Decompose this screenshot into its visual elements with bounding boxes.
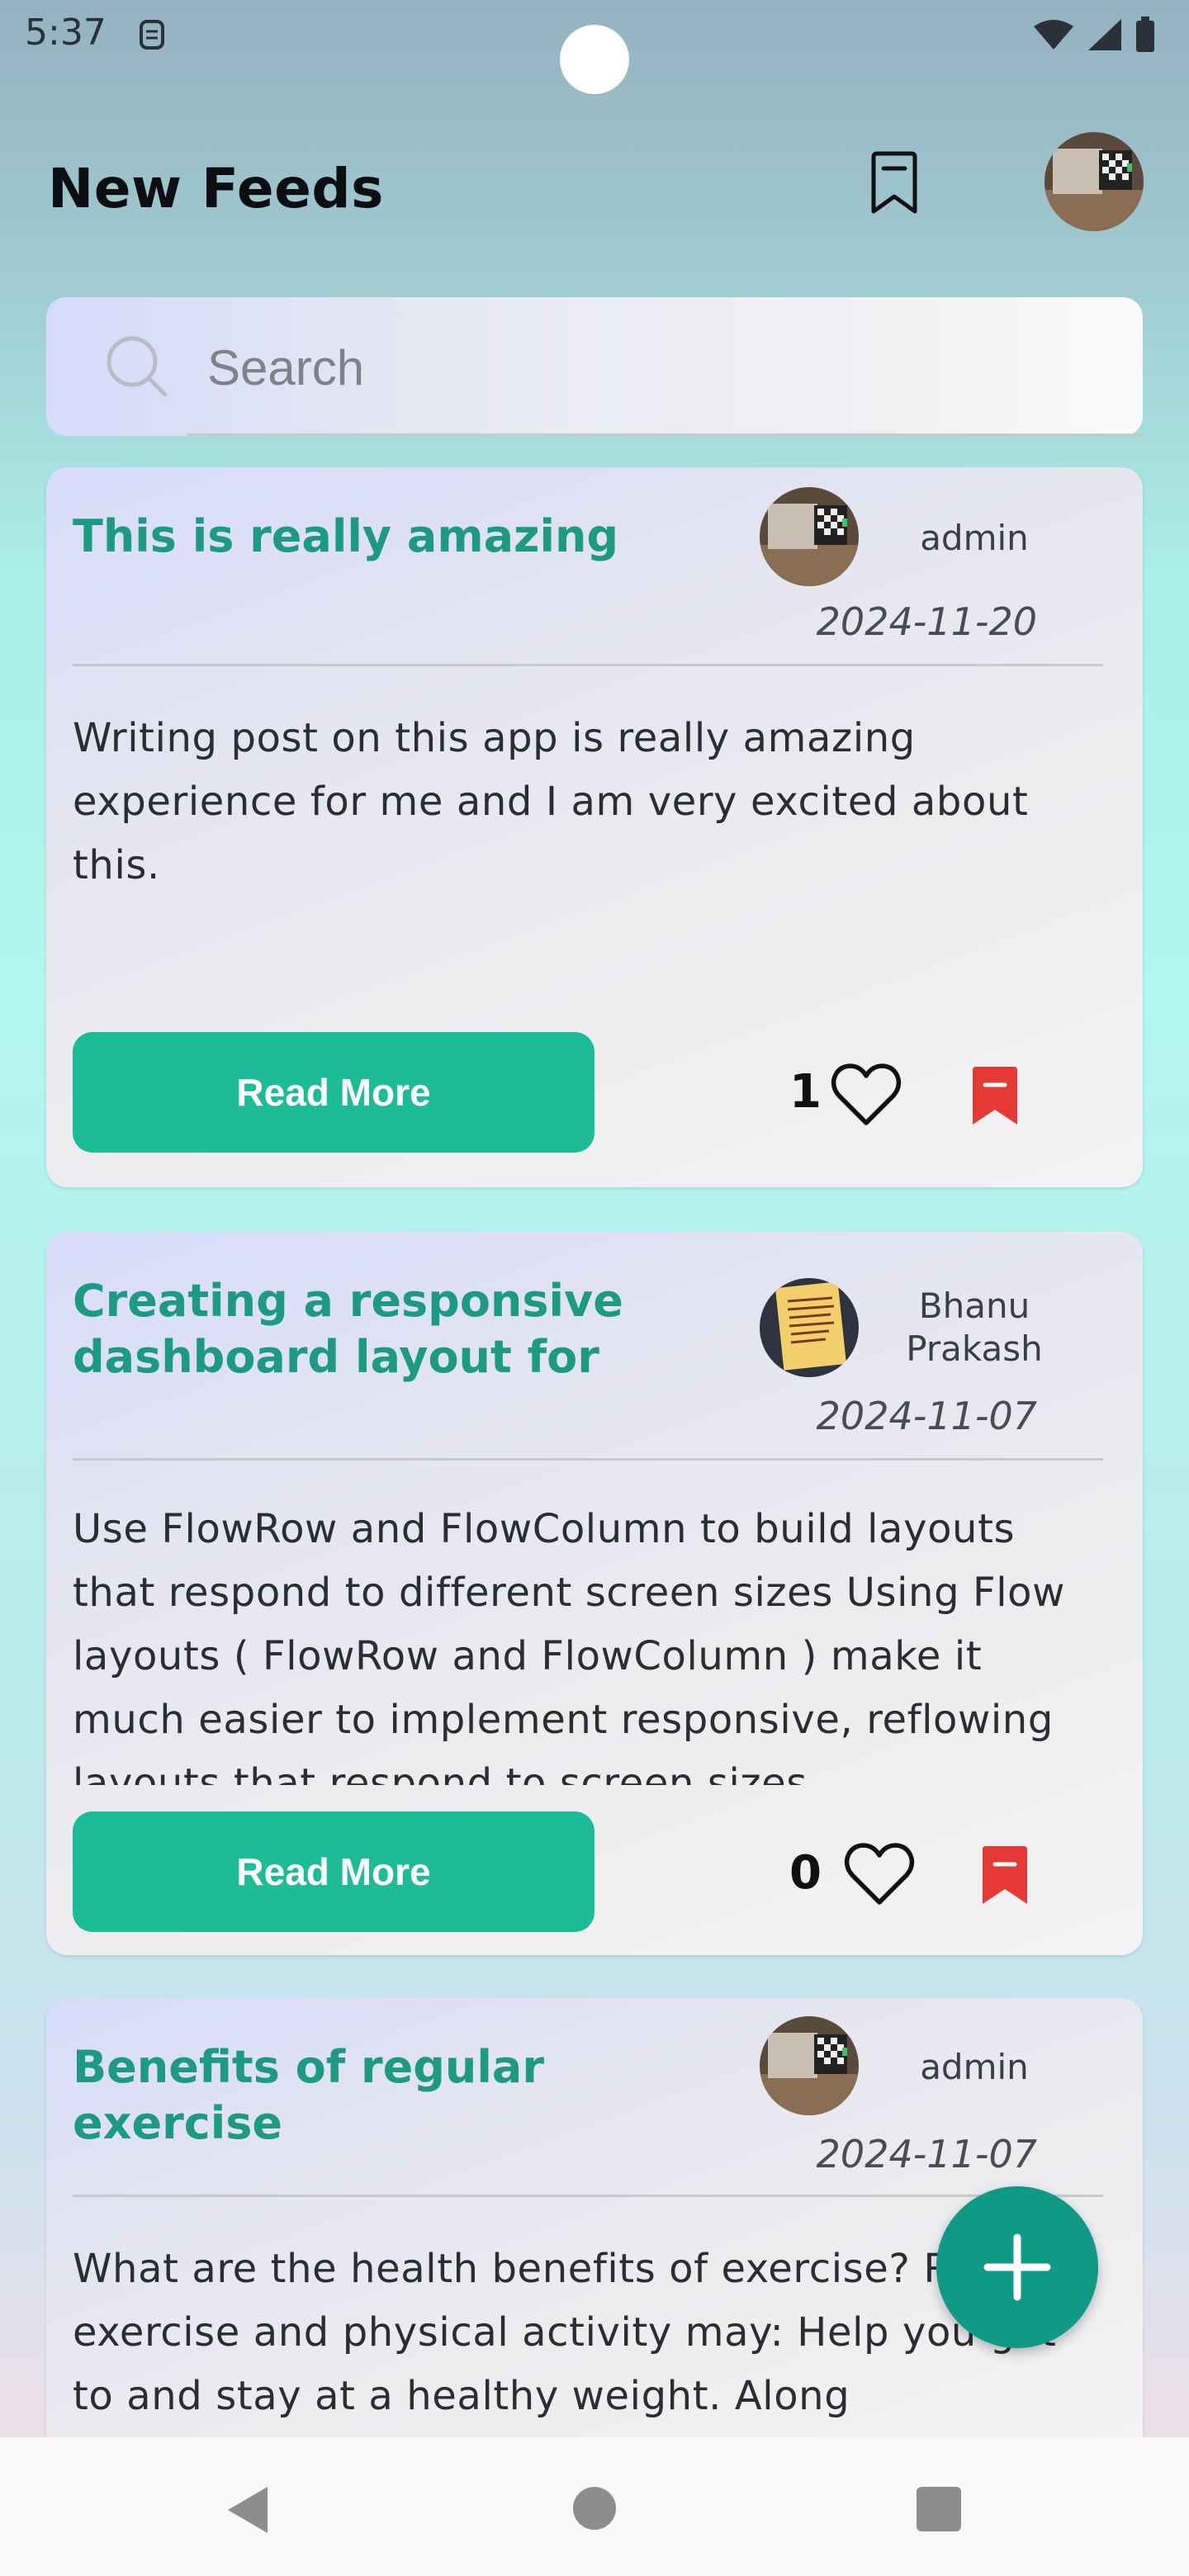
post-author: admin bbox=[920, 2047, 1029, 2087]
notification-icon bbox=[140, 20, 164, 50]
home-icon[interactable] bbox=[573, 2487, 616, 2530]
post-date: 2024-11-20 bbox=[816, 599, 1037, 644]
camera-cutout bbox=[560, 25, 629, 94]
heart-outline-icon[interactable] bbox=[831, 1062, 902, 1128]
system-nav-bar bbox=[0, 2437, 1189, 2576]
status-bar: 5:37 bbox=[0, 0, 1189, 94]
author-avatar bbox=[760, 1278, 859, 1377]
read-more-button[interactable]: Read More bbox=[73, 1032, 594, 1153]
divider bbox=[73, 2195, 1103, 2197]
divider bbox=[73, 664, 1103, 666]
page-title: New Feeds bbox=[48, 157, 384, 220]
post-card[interactable]: Creating a responsive dashboard layout f… bbox=[46, 1232, 1143, 1955]
like-count: 1 bbox=[789, 1065, 822, 1119]
author-avatar bbox=[760, 2016, 859, 2115]
search-underline bbox=[187, 433, 1143, 436]
battery-icon bbox=[1136, 17, 1154, 52]
post-author: admin bbox=[920, 518, 1029, 558]
read-more-button[interactable]: Read More bbox=[73, 1811, 594, 1932]
post-date: 2024-11-07 bbox=[816, 1394, 1037, 1438]
post-title: Benefits of regular exercise bbox=[73, 2041, 544, 2149]
post-card[interactable]: This is really amazing admin 2024-11-20 … bbox=[46, 467, 1143, 1187]
plus-icon bbox=[983, 2233, 1051, 2301]
status-time: 5:37 bbox=[25, 12, 107, 54]
post-title: Creating a responsive dashboard layout f… bbox=[73, 1275, 623, 1383]
author-avatar bbox=[760, 487, 859, 586]
wifi-icon bbox=[1034, 20, 1073, 50]
divider bbox=[73, 1458, 1103, 1461]
post-author: Bhanu Prakash bbox=[906, 1286, 1043, 1369]
status-icons bbox=[1032, 17, 1156, 53]
post-body: Use FlowRow and FlowColumn to build layo… bbox=[73, 1506, 1065, 1785]
post-title: This is really amazing bbox=[73, 510, 619, 562]
like-count: 0 bbox=[789, 1846, 822, 1900]
bookmark-filled-icon[interactable] bbox=[971, 1065, 1019, 1126]
heart-outline-icon[interactable] bbox=[844, 1841, 915, 1907]
signal-icon bbox=[1088, 19, 1121, 50]
search-bar bbox=[46, 297, 1143, 436]
recents-icon[interactable] bbox=[917, 2487, 961, 2531]
post-date: 2024-11-07 bbox=[816, 2132, 1037, 2176]
back-icon[interactable] bbox=[225, 2485, 271, 2535]
add-post-button[interactable] bbox=[936, 2186, 1098, 2348]
bookmark-icon[interactable] bbox=[867, 150, 921, 216]
profile-avatar[interactable] bbox=[1045, 132, 1144, 231]
search-icon bbox=[107, 336, 168, 397]
post-body: Writing post on this app is really amazi… bbox=[73, 715, 1029, 888]
bookmark-filled-icon[interactable] bbox=[981, 1844, 1029, 1906]
search-input[interactable] bbox=[207, 330, 1116, 405]
